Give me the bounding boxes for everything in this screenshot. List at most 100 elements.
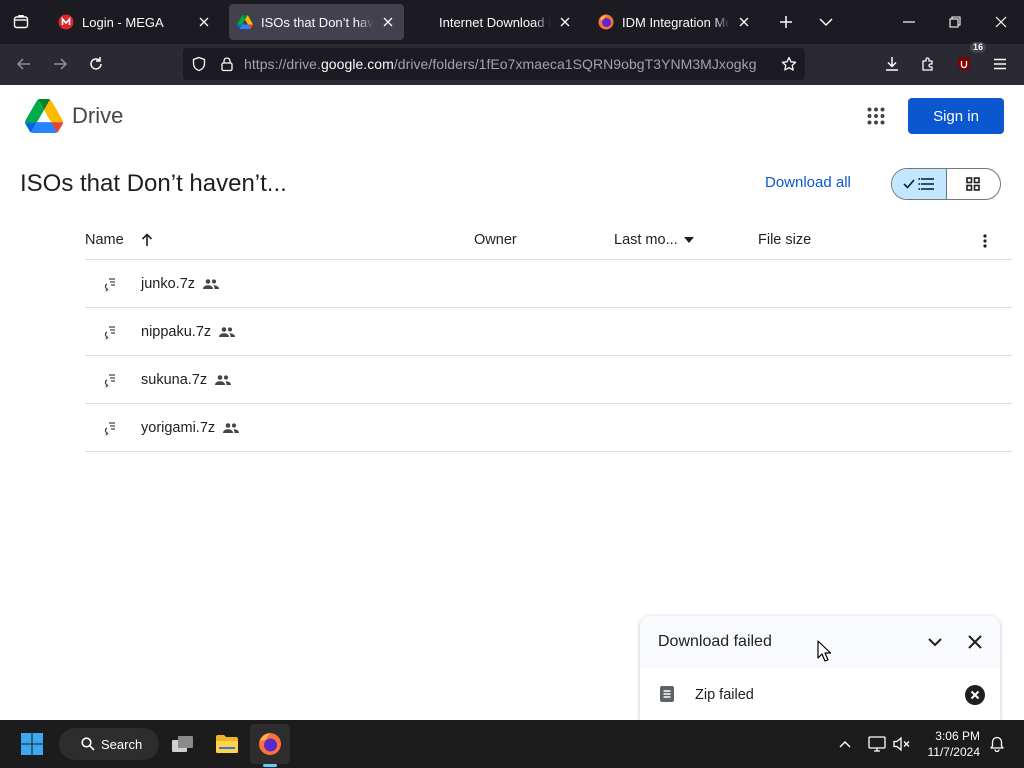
- system-clock[interactable]: 3:06 PM 11/7/2024: [920, 728, 981, 760]
- minimize-icon[interactable]: [886, 0, 932, 44]
- column-last-modified[interactable]: Last mo...: [614, 232, 694, 248]
- file-list-header: Name Owner Last mo... File size: [85, 222, 1012, 260]
- active-app-indicator: [263, 764, 277, 767]
- address-bar[interactable]: https://drive.google.com/drive/folders/1…: [183, 48, 805, 80]
- url-text: https://drive.google.com/drive/folders/1…: [244, 56, 757, 72]
- sign-in-button[interactable]: Sign in: [908, 98, 1004, 134]
- volume-muted-icon[interactable]: [890, 732, 914, 756]
- bookmark-star-icon[interactable]: [781, 56, 797, 72]
- file-name-text: junko.7z: [141, 276, 196, 292]
- close-panel-icon[interactable]: [963, 630, 987, 654]
- close-tab-icon[interactable]: [380, 14, 396, 30]
- close-tab-icon[interactable]: [736, 14, 752, 30]
- grid-view-button[interactable]: [947, 169, 1001, 199]
- tracking-protection-shield-icon[interactable]: [191, 56, 207, 72]
- check-list-icon: [903, 178, 934, 190]
- tab-strip: Login - MEGA ISOs that Don’t haven’t Int…: [0, 0, 1024, 44]
- tab-title: Login - MEGA: [82, 14, 164, 30]
- notification-bell-icon[interactable]: [985, 732, 1009, 756]
- taskbar: Search 3:06 PM 11/7/2024: [0, 720, 1024, 768]
- shared-people-icon: [203, 279, 220, 289]
- list-view-button[interactable]: [892, 169, 947, 199]
- restore-icon[interactable]: [932, 0, 978, 44]
- zip-file-icon: [660, 686, 674, 702]
- mouse-pointer-icon: [817, 640, 831, 662]
- column-owner[interactable]: Owner: [474, 232, 517, 248]
- list-tabs-icon[interactable]: [808, 4, 844, 40]
- google-drive-icon: [237, 14, 253, 30]
- column-name-label: Name: [85, 232, 124, 248]
- mega-icon: [58, 14, 74, 30]
- dropdown-arrow-icon: [683, 237, 694, 243]
- tab-mega[interactable]: Login - MEGA: [50, 4, 220, 40]
- search-icon: [81, 737, 95, 751]
- file-name: yorigami.7z: [141, 420, 240, 436]
- firefox-view-icon[interactable]: [0, 0, 42, 44]
- ublock-extension-icon[interactable]: 16: [948, 42, 986, 80]
- column-file-size[interactable]: File size: [758, 232, 811, 248]
- download-panel-title: Download failed: [658, 633, 772, 650]
- new-tab-icon[interactable]: [768, 4, 804, 40]
- reload-icon[interactable]: [80, 48, 112, 80]
- close-tab-icon[interactable]: [196, 14, 212, 30]
- lock-icon[interactable]: [219, 56, 235, 72]
- extensions-puzzle-icon[interactable]: [912, 48, 944, 80]
- archive-file-icon: [104, 374, 115, 388]
- file-name-text: nippaku.7z: [141, 324, 212, 340]
- sort-ascending-arrow-icon[interactable]: [141, 233, 153, 247]
- windows-start-icon[interactable]: [12, 724, 52, 764]
- tab-idm[interactable]: Internet Download Manager: [431, 4, 581, 40]
- network-icon[interactable]: [865, 732, 889, 756]
- tab-idm-integration[interactable]: IDM Integration Module: [590, 4, 760, 40]
- error-x-circle-icon[interactable]: [964, 684, 986, 706]
- back-arrow-icon[interactable]: [8, 48, 40, 80]
- file-name-text: yorigami.7z: [141, 420, 216, 436]
- tab-google-drive[interactable]: ISOs that Don’t haven’t: [229, 4, 404, 40]
- close-window-icon[interactable]: [978, 0, 1024, 44]
- url-host: google.com: [320, 56, 394, 72]
- search-label: Search: [101, 736, 143, 752]
- download-all-link[interactable]: Download all: [765, 174, 851, 191]
- download-item-label: Zip failed: [695, 687, 754, 703]
- file-name: junko.7z: [141, 276, 220, 292]
- file-name: sukuna.7z: [141, 372, 232, 388]
- tab-title: IDM Integration Module: [622, 14, 730, 30]
- column-last-modified-label: Last mo...: [614, 232, 678, 248]
- taskbar-search-button[interactable]: Search: [59, 728, 159, 760]
- google-apps-grid-icon[interactable]: [862, 102, 890, 130]
- firefox-taskbar-icon[interactable]: [250, 724, 290, 764]
- task-view-icon[interactable]: [163, 724, 203, 764]
- file-name-text: sukuna.7z: [141, 372, 208, 388]
- folder-title: ISOs that Don’t haven’t...: [20, 170, 287, 197]
- archive-file-icon: [104, 278, 115, 292]
- grid-icon: [966, 177, 981, 191]
- more-vert-icon[interactable]: [975, 231, 995, 251]
- url-prefix: https://drive.: [244, 56, 321, 72]
- file-row[interactable]: junko.7z: [85, 260, 1012, 308]
- hamburger-menu-icon[interactable]: [984, 48, 1016, 80]
- forward-arrow-icon[interactable]: [44, 48, 76, 80]
- navigation-toolbar: https://drive.google.com/drive/folders/1…: [0, 42, 1024, 85]
- tab-title: Internet Download Manager: [439, 14, 551, 30]
- show-hidden-icons-chevron-icon[interactable]: [833, 732, 857, 756]
- file-row[interactable]: nippaku.7z: [85, 308, 1012, 356]
- shared-people-icon: [219, 327, 236, 337]
- google-drive-logo-icon: [25, 99, 63, 133]
- file-row[interactable]: sukuna.7z: [85, 356, 1012, 404]
- file-explorer-icon[interactable]: [207, 724, 247, 764]
- archive-file-icon: [104, 326, 115, 340]
- collapse-chevron-icon[interactable]: [923, 630, 947, 654]
- file-row[interactable]: yorigami.7z: [85, 404, 1012, 452]
- download-item: Zip failed: [640, 672, 1000, 716]
- clock-time: 3:06 PM: [935, 729, 980, 743]
- downloads-icon[interactable]: [876, 48, 908, 80]
- view-toggle: [891, 168, 1001, 200]
- clock-date: 11/7/2024: [927, 745, 981, 759]
- column-name[interactable]: Name: [85, 232, 153, 248]
- close-tab-icon[interactable]: [557, 14, 573, 30]
- download-status-panel: Download failed Zip failed: [640, 616, 1000, 720]
- shared-people-icon: [215, 375, 232, 385]
- drive-logo[interactable]: Drive: [25, 99, 123, 133]
- archive-file-icon: [104, 422, 115, 436]
- drive-logo-text: Drive: [72, 103, 124, 128]
